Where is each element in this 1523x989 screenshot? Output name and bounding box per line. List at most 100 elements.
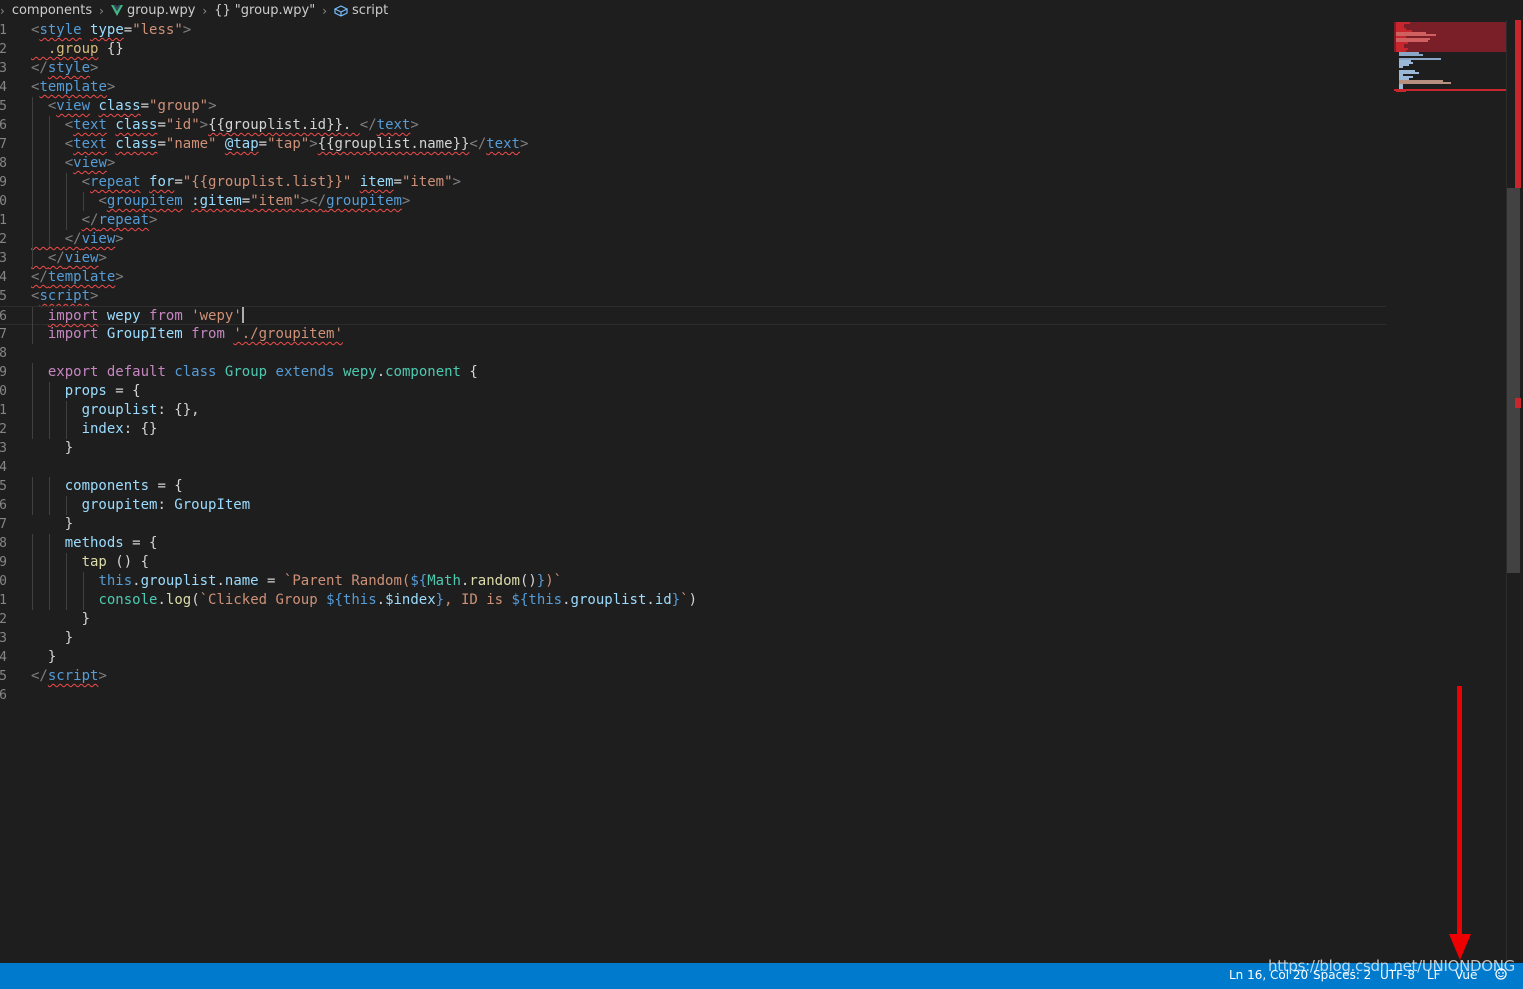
code-text: </view> xyxy=(31,249,107,268)
code-line[interactable]: 7 } xyxy=(0,515,1390,534)
code-line[interactable]: 9 tap () { xyxy=(0,553,1390,572)
code-token: </ xyxy=(64,231,82,247)
code-line[interactable]: 8 <view> xyxy=(0,154,1390,173)
code-line[interactable]: 1 </repeat> xyxy=(0,211,1390,230)
code-line[interactable]: 2 </view> xyxy=(0,230,1390,249)
code-token: } xyxy=(31,649,57,665)
code-text: </repeat> xyxy=(31,211,158,230)
braces-icon: {} xyxy=(214,3,231,18)
code-token: type xyxy=(90,22,124,38)
code-line[interactable]: 4 </template> xyxy=(0,268,1390,287)
code-line[interactable]: 4 } xyxy=(0,648,1390,667)
code-line[interactable]: 2 } xyxy=(0,610,1390,629)
code-token: </ xyxy=(31,60,48,76)
code-token: = { xyxy=(123,535,158,551)
code-token: groupitem xyxy=(326,193,402,209)
code-token: props xyxy=(64,383,107,399)
code-line[interactable]: 5 </script> xyxy=(0,667,1390,686)
code-line[interactable]: 0 this.grouplist.name = `Parent Random($… xyxy=(0,572,1390,591)
line-number: 4 xyxy=(0,270,7,285)
line-number: 5 xyxy=(0,99,7,114)
watermark: https://blog.csdn.net/UNIONDONG xyxy=(1268,957,1516,975)
code-line[interactable]: 7 import GroupItem from './groupitem' xyxy=(0,325,1390,344)
code-token: text xyxy=(376,117,411,133)
code-line[interactable]: 2 index: {} xyxy=(0,420,1390,439)
code-token: "group" xyxy=(149,98,209,114)
code-line[interactable]: 1 grouplist: {}, xyxy=(0,401,1390,420)
line-number: 3 xyxy=(0,251,7,266)
code-token: tap xyxy=(81,554,107,570)
annotation-arrow-shaft xyxy=(1457,686,1462,936)
code-token: . xyxy=(646,592,655,608)
code-line[interactable]: 4 xyxy=(0,458,1390,477)
code-token: class xyxy=(115,136,158,152)
code-token: methods xyxy=(64,535,124,551)
code-line[interactable]: 9 <repeat for="{{grouplist.list}}" item=… xyxy=(0,173,1390,192)
breadcrumb-file[interactable]: group.wpy xyxy=(110,3,195,18)
code-token: .group xyxy=(31,41,99,57)
code-line[interactable]: 3 </style> xyxy=(0,59,1390,78)
code-line[interactable]: 3 } xyxy=(0,439,1390,458)
code-token: text xyxy=(486,136,520,152)
code-token: script xyxy=(47,668,99,684)
code-line[interactable]: 5 <script> xyxy=(0,287,1390,306)
code-editor[interactable]: 1 <style type="less"> 2 .group {} 3 </style>… xyxy=(0,20,1390,962)
code-line[interactable]: 3 </view> xyxy=(0,249,1390,268)
code-line[interactable]: 6 groupitem: GroupItem xyxy=(0,496,1390,515)
code-line[interactable]: 1 <style type="less"> xyxy=(0,21,1390,40)
code-line[interactable]: 8 xyxy=(0,344,1390,363)
code-line[interactable]: 9 export default class Group extends wep… xyxy=(0,363,1390,382)
code-line[interactable]: 6 <text class="id">{{grouplist.id}}. </t… xyxy=(0,116,1390,135)
code-token: > xyxy=(106,155,116,171)
code-token: > xyxy=(90,288,99,304)
line-number: 0 xyxy=(0,384,7,399)
code-line[interactable]: 7 <text class="name" @tap="tap">{{groupl… xyxy=(0,135,1390,154)
code-line[interactable]: 4 <template> xyxy=(0,78,1390,97)
code-token: > xyxy=(410,117,419,133)
code-token: style xyxy=(39,22,82,38)
code-text: import wepy from 'wepy' xyxy=(31,307,244,326)
code-line[interactable]: 2 .group {} xyxy=(0,40,1390,59)
breadcrumb-object[interactable]: {} "group.wpy" xyxy=(214,3,315,18)
code-line[interactable]: 6 import wepy from 'wepy' xyxy=(0,306,1386,326)
breadcrumb-section[interactable]: script xyxy=(334,3,388,18)
scrollbar-thumb[interactable] xyxy=(1507,188,1520,573)
code-token: } xyxy=(31,440,74,456)
code-line[interactable]: 6 xyxy=(0,686,1390,705)
code-token: GroupItem xyxy=(106,326,183,342)
code-token: text xyxy=(73,136,107,152)
code-token: index xyxy=(81,421,124,437)
code-line[interactable]: 0 props = { xyxy=(0,382,1390,401)
code-line[interactable]: 5 <view class="group"> xyxy=(0,97,1390,116)
code-line[interactable]: 3 } xyxy=(0,629,1390,648)
breadcrumb-folder-label: components xyxy=(11,3,93,18)
code-token: item xyxy=(359,174,394,190)
code-token: { xyxy=(460,364,478,380)
line-number: 9 xyxy=(0,175,7,190)
minimap[interactable] xyxy=(1390,20,1506,92)
code-line[interactable]: 0 <groupitem :gitem="item"></groupitem> xyxy=(0,192,1390,211)
code-token: wepy xyxy=(342,364,377,380)
breadcrumb-folder[interactable]: components xyxy=(12,3,92,18)
code-token: < xyxy=(64,155,74,171)
code-line[interactable]: 1 console.log(`Clicked Group ${this.$ind… xyxy=(0,591,1390,610)
code-line[interactable]: 8 methods = { xyxy=(0,534,1390,553)
code-text: <text class="name" @tap="tap">{{grouplis… xyxy=(31,135,529,154)
chevron-right-icon: › xyxy=(202,3,208,18)
code-text: <view class="group"> xyxy=(31,97,217,116)
code-text: .group {} xyxy=(31,40,124,59)
code-token: </ xyxy=(469,136,487,152)
code-token: < xyxy=(98,193,107,209)
code-token: ${ xyxy=(326,592,343,608)
code-token: './groupitem' xyxy=(233,326,343,342)
breadcrumb: › components › group.wpy › {} "group.wpy… xyxy=(0,0,1390,21)
code-token: log xyxy=(165,592,192,608)
code-text: </script> xyxy=(31,667,107,686)
line-number: 1 xyxy=(0,23,7,38)
code-token: `Clicked Group xyxy=(199,592,327,608)
code-line[interactable]: 5 components = { xyxy=(0,477,1390,496)
